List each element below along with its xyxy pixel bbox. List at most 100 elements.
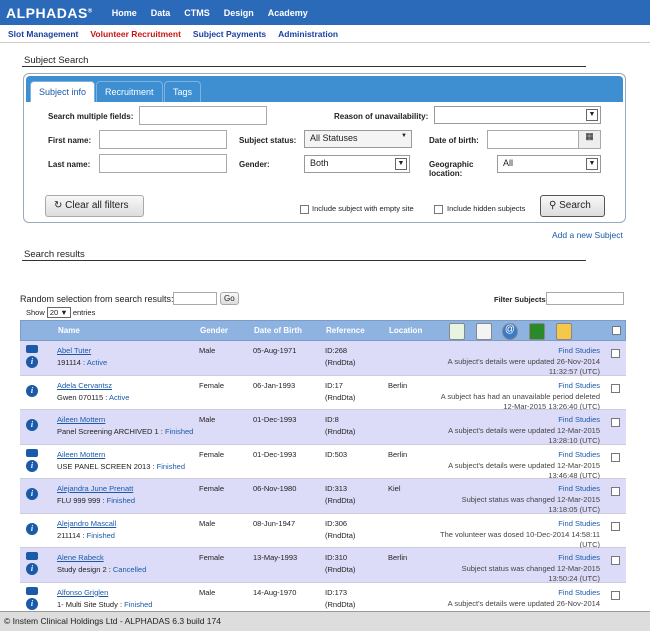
row-checkbox[interactable] [611, 556, 620, 565]
note-icon[interactable] [556, 323, 572, 340]
csv-export-icon[interactable] [449, 323, 465, 340]
reference-cell: ID:313 [325, 484, 348, 493]
subject-name-link[interactable]: Alejandra June Prenatt [57, 484, 135, 493]
dob-input[interactable]: ▦ [487, 130, 601, 149]
subnav-volunteer-recruitment[interactable]: Volunteer Recruitment [90, 29, 181, 39]
subnav-slot-management[interactable]: Slot Management [8, 29, 78, 39]
find-studies-link[interactable]: Find Studies [410, 415, 600, 424]
random-selection-input[interactable] [173, 292, 217, 305]
info-icon[interactable]: i [26, 563, 38, 575]
row-checkbox[interactable] [611, 590, 620, 600]
search-results-title: Search results [24, 249, 85, 260]
app-logo[interactable]: ALPHADAS® [0, 5, 105, 21]
subject-name-link[interactable]: Abel Tuter [57, 346, 107, 355]
nav-data[interactable]: Data [144, 8, 178, 18]
refresh-icon: ↻ [54, 200, 66, 211]
tab-subject-info[interactable]: Subject info [30, 81, 96, 102]
reason-label: Reason of unavailability: [334, 112, 429, 121]
nav-home[interactable]: Home [105, 8, 144, 18]
first-name-input[interactable] [99, 130, 227, 149]
filter-subjects-input[interactable] [546, 292, 624, 305]
subject-search-title: Subject Search [24, 55, 89, 66]
col-reference[interactable]: Reference [326, 326, 365, 335]
location-cell: Berlin [388, 553, 408, 562]
subject-study: Study design 2 [57, 565, 107, 574]
search-multiple-input[interactable] [139, 106, 267, 125]
gender-cell: Female [199, 449, 225, 459]
info-icon[interactable]: i [26, 522, 38, 535]
chat-icon[interactable] [26, 345, 38, 353]
clear-filters-button[interactable]: ↻ Clear all filters [45, 195, 144, 217]
tab-tags[interactable]: Tags [164, 81, 202, 102]
info-icon[interactable]: i [26, 384, 38, 397]
nav-design[interactable]: Design [217, 8, 261, 18]
find-studies-link[interactable]: Find Studies [410, 450, 600, 459]
geo-select[interactable]: All ▼ [497, 155, 601, 173]
subject-study: 211114 [57, 530, 81, 540]
row-checkbox[interactable] [611, 418, 620, 427]
subject-name-link[interactable]: Alfonso Griglen [57, 588, 152, 597]
info-icon[interactable]: i [26, 356, 38, 368]
subject-name-link[interactable]: Adela Cervantsz [57, 381, 129, 390]
chat-icon[interactable] [26, 552, 38, 560]
find-studies-link[interactable]: Find Studies [410, 588, 600, 597]
reference-sub: (RndDta) [325, 358, 356, 367]
add-subject-link[interactable]: Add a new Subject [552, 230, 623, 240]
row-checkbox[interactable] [611, 349, 620, 358]
reason-select[interactable]: ▼ [434, 106, 601, 124]
info-icon[interactable]: i [26, 488, 38, 500]
search-button[interactable]: ⚲ Search [540, 195, 605, 217]
info-icon[interactable]: i [26, 459, 38, 472]
subject-name-link[interactable]: Alejandro Mascall [57, 519, 116, 528]
email-icon[interactable]: @ [502, 323, 518, 340]
row-checkbox[interactable] [611, 487, 620, 496]
subnav-administration[interactable]: Administration [278, 29, 338, 39]
first-name-label: First name: [48, 136, 92, 145]
nav-academy[interactable]: Academy [261, 8, 315, 18]
row-checkbox[interactable] [611, 452, 620, 462]
chevron-down-icon: ▼ [395, 158, 407, 170]
chat-icon[interactable] [26, 586, 38, 595]
last-name-input[interactable] [99, 154, 227, 173]
find-studies-link[interactable]: Find Studies [410, 484, 600, 493]
nav-ctms[interactable]: CTMS [177, 8, 217, 18]
go-button[interactable]: Go [220, 292, 239, 305]
row-checkbox[interactable] [611, 521, 620, 531]
find-studies-link[interactable]: Find Studies [410, 553, 600, 562]
document-icon[interactable] [476, 323, 492, 340]
subject-status-label: Subject status: [239, 136, 297, 145]
table-row: i Alejandro Mascall 211114 : Finished Male 0… [20, 513, 626, 549]
subject-status-select[interactable]: All Statuses ▼ [304, 130, 412, 148]
subject-status: Cancelled [112, 565, 147, 574]
location-cell: Kiel [388, 484, 401, 493]
chat-icon[interactable] [26, 448, 38, 457]
col-dob[interactable]: Date of Birth [254, 326, 302, 335]
dob-cell: 13-May-1993 [253, 553, 298, 562]
select-all-checkbox[interactable] [612, 326, 621, 335]
col-gender[interactable]: Gender [200, 326, 228, 335]
find-studies-link[interactable]: Find Studies [410, 519, 600, 528]
info-icon[interactable]: i [26, 419, 38, 431]
find-studies-link[interactable]: Find Studies [410, 381, 600, 390]
activity-message: Subject status was changed 12-Mar-2015 [461, 495, 600, 504]
find-studies-link[interactable]: Find Studies [410, 346, 600, 355]
entries-select[interactable]: 20 ▼ [46, 307, 71, 318]
search-icon: ⚲ [549, 200, 560, 211]
info-icon[interactable]: i [26, 597, 38, 610]
gender-select[interactable]: Both ▼ [304, 155, 410, 173]
tab-recruitment[interactable]: Recruitment [96, 81, 163, 102]
table-row: i Abel Tuter 191114 : Active Male 05-Aug-197… [20, 341, 626, 376]
row-checkbox[interactable] [611, 383, 620, 393]
subject-name-link[interactable]: Aileen Mottern [57, 415, 193, 424]
calendar-icon[interactable]: ▦ [578, 131, 600, 148]
hidden-subjects-checkbox[interactable] [434, 205, 443, 214]
empty-site-checkbox[interactable] [300, 205, 309, 214]
col-name[interactable]: Name [58, 326, 80, 335]
lock-icon[interactable] [529, 323, 545, 340]
table-row: i Alejandra June Prenatt FLU 999 999 : Fin… [20, 479, 626, 514]
subject-name-link[interactable]: Alene Rabeck [57, 553, 146, 562]
subnav-subject-payments[interactable]: Subject Payments [193, 29, 266, 39]
subject-name-link[interactable]: Aileen Mottern [57, 450, 185, 459]
col-location[interactable]: Location [389, 326, 422, 335]
dob-cell: 05-Aug-1971 [253, 346, 297, 355]
